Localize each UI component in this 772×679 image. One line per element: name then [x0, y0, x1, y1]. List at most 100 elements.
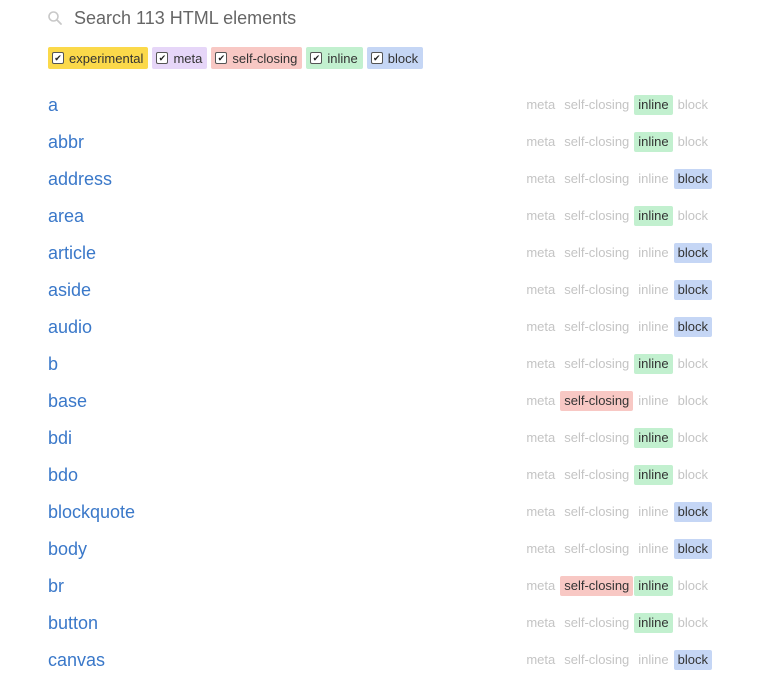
tag-block: block	[673, 280, 712, 300]
tag-meta: meta	[526, 97, 556, 112]
tag-meta: meta	[526, 541, 556, 556]
tag-meta: meta	[526, 245, 556, 260]
list-item: bdi meta self-closing inline block	[0, 420, 772, 457]
element-link[interactable]: b	[48, 352, 58, 376]
tag-group: meta self-closing inline block	[521, 465, 712, 485]
tag-group: meta self-closing inline block	[521, 132, 712, 152]
tag-group: meta self-closing inline block	[521, 502, 712, 522]
element-link[interactable]: a	[48, 93, 58, 117]
tag-meta: meta	[526, 430, 556, 445]
search-bar	[0, 0, 772, 36]
tag-meta: meta	[526, 467, 556, 482]
tag-meta: meta	[526, 504, 556, 519]
tag-inline: inline	[634, 206, 673, 226]
element-link[interactable]: abbr	[48, 130, 84, 154]
filter-self-closing[interactable]: ✔ self-closing	[211, 47, 303, 69]
list-item: bdo meta self-closing inline block	[0, 457, 772, 494]
element-link[interactable]: button	[48, 611, 98, 635]
tag-group: meta self-closing inline block	[521, 169, 712, 189]
tag-self-closing: self-closing	[564, 134, 630, 149]
tag-group: meta self-closing inline block	[521, 576, 712, 596]
tag-group: meta self-closing inline block	[521, 206, 712, 226]
element-link[interactable]: br	[48, 574, 64, 598]
tag-block: block	[673, 169, 712, 189]
tag-inline: inline	[638, 245, 669, 260]
tag-inline: inline	[638, 282, 669, 297]
tag-self-closing: self-closing	[564, 615, 630, 630]
tag-block: block	[677, 467, 708, 482]
checkbox-icon[interactable]: ✔	[52, 52, 64, 64]
tag-block: block	[677, 578, 708, 593]
tag-meta: meta	[526, 171, 556, 186]
tag-self-closing: self-closing	[564, 467, 630, 482]
tag-inline: inline	[638, 652, 669, 667]
element-link[interactable]: address	[48, 167, 112, 191]
tag-block: block	[673, 502, 712, 522]
element-link[interactable]: bdo	[48, 463, 78, 487]
tag-self-closing: self-closing	[560, 576, 634, 596]
list-item: audio meta self-closing inline block	[0, 309, 772, 346]
tag-group: meta self-closing inline block	[521, 428, 712, 448]
checkbox-icon[interactable]: ✔	[156, 52, 169, 64]
tag-group: meta self-closing inline block	[521, 317, 712, 337]
tag-self-closing: self-closing	[564, 97, 630, 112]
tag-meta: meta	[526, 282, 556, 297]
element-link[interactable]: area	[48, 204, 84, 228]
element-link[interactable]: blockquote	[48, 500, 135, 524]
tag-block: block	[677, 393, 708, 408]
element-link[interactable]: audio	[48, 315, 92, 339]
list-item: area meta self-closing inline block	[0, 198, 772, 235]
element-list: a meta self-closing inline block abbr meta self…	[0, 87, 772, 679]
tag-meta: meta	[526, 319, 556, 334]
list-item: address meta self-closing inline block	[0, 161, 772, 198]
filter-label: inline	[327, 50, 358, 66]
filter-label: self-closing	[232, 50, 298, 66]
filter-meta[interactable]: ✔ meta	[152, 47, 208, 69]
tag-self-closing: self-closing	[564, 430, 630, 445]
tag-block: block	[673, 317, 712, 337]
tag-inline: inline	[638, 393, 669, 408]
filter-block[interactable]: ✔ block	[366, 47, 424, 69]
list-item: b meta self-closing inline block	[0, 346, 772, 383]
tag-block: block	[673, 243, 712, 263]
tag-meta: meta	[526, 578, 556, 593]
checkbox-icon[interactable]: ✔	[215, 52, 228, 64]
tag-meta: meta	[526, 134, 556, 149]
element-link[interactable]: canvas	[48, 648, 105, 672]
filter-experimental[interactable]: ✔ experimental	[48, 47, 149, 69]
filter-inline[interactable]: ✔ inline	[306, 47, 363, 69]
tag-inline: inline	[634, 95, 673, 115]
element-link[interactable]: base	[48, 389, 87, 413]
tag-block: block	[677, 356, 708, 371]
checkbox-icon[interactable]: ✔	[370, 52, 383, 64]
tag-group: meta self-closing inline block	[521, 613, 712, 633]
checkbox-icon[interactable]: ✔	[310, 52, 323, 64]
element-link[interactable]: body	[48, 537, 87, 561]
search-input[interactable]	[74, 4, 674, 32]
list-item: base meta self-closing inline block	[0, 383, 772, 420]
tag-inline: inline	[634, 354, 673, 374]
tag-group: meta self-closing inline block	[521, 539, 712, 559]
tag-meta: meta	[526, 208, 556, 223]
tag-meta: meta	[526, 652, 556, 667]
tag-meta: meta	[526, 615, 556, 630]
tag-block: block	[677, 134, 708, 149]
element-link[interactable]: bdi	[48, 426, 72, 450]
list-item: button meta self-closing inline block	[0, 605, 772, 642]
tag-inline: inline	[638, 504, 669, 519]
element-link[interactable]: aside	[48, 278, 91, 302]
tag-self-closing: self-closing	[564, 652, 630, 667]
filter-label: experimental	[69, 50, 144, 66]
tag-inline: inline	[634, 613, 673, 633]
list-item: a meta self-closing inline block	[0, 87, 772, 124]
tag-self-closing: self-closing	[564, 541, 630, 556]
filter-chips: ✔ experimental ✔ meta ✔ self-closing ✔ inline ✔ b…	[48, 47, 424, 69]
tag-group: meta self-closing inline block	[521, 650, 712, 670]
element-link[interactable]: article	[48, 241, 96, 265]
tag-self-closing: self-closing	[564, 319, 630, 334]
tag-block: block	[673, 650, 712, 670]
tag-block: block	[677, 208, 708, 223]
tag-block: block	[677, 97, 708, 112]
tag-self-closing: self-closing	[564, 171, 630, 186]
tag-self-closing: self-closing	[564, 208, 630, 223]
